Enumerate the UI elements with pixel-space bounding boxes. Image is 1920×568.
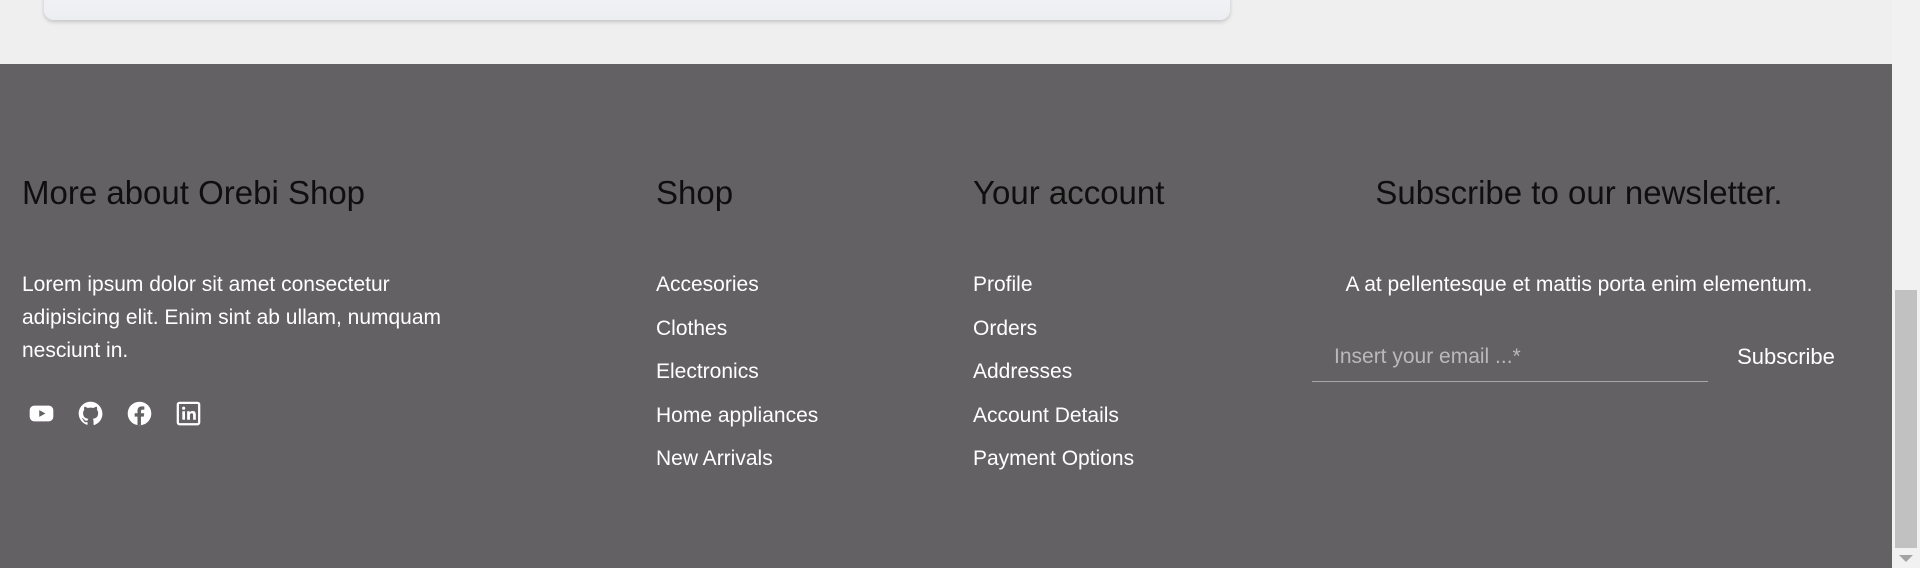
- youtube-icon[interactable]: [28, 400, 55, 427]
- account-heading: Your account: [973, 174, 1165, 211]
- account-link-orders[interactable]: Orders: [973, 312, 1134, 356]
- account-link-account-details[interactable]: Account Details: [973, 399, 1134, 443]
- github-icon[interactable]: [77, 400, 104, 427]
- shop-link-home-appliances[interactable]: Home appliances: [656, 399, 818, 443]
- footer: More about Orebi Shop Lorem ipsum dolor …: [0, 64, 1892, 568]
- shop-link-new-arrivals[interactable]: New Arrivals: [656, 442, 818, 486]
- scrollbar-thumb[interactable]: [1895, 290, 1917, 548]
- linkedin-icon[interactable]: [175, 400, 202, 427]
- about-heading: More about Orebi Shop: [22, 174, 366, 211]
- content-card: [44, 0, 1230, 20]
- shop-link-accesories[interactable]: Accesories: [656, 268, 818, 312]
- scroll-down-arrow-icon[interactable]: [1899, 555, 1913, 562]
- shop-link-electronics[interactable]: Electronics: [656, 355, 818, 399]
- shop-links: Accesories Clothes Electronics Home appl…: [656, 268, 818, 486]
- shop-link-clothes[interactable]: Clothes: [656, 312, 818, 356]
- account-link-addresses[interactable]: Addresses: [973, 355, 1134, 399]
- about-description: Lorem ipsum dolor sit amet consectetur a…: [22, 273, 442, 362]
- account-links: Profile Orders Addresses Account Details…: [973, 268, 1134, 486]
- account-link-profile[interactable]: Profile: [973, 268, 1134, 312]
- page-content-area: [0, 0, 1892, 64]
- shop-heading: Shop: [656, 174, 734, 211]
- facebook-icon[interactable]: [126, 400, 153, 427]
- newsletter-description: A at pellentesque et mattis porta enim e…: [1345, 273, 1813, 296]
- subscribe-button[interactable]: Subscribe: [1726, 332, 1846, 382]
- email-field[interactable]: [1312, 332, 1708, 382]
- scrollbar[interactable]: [1892, 0, 1920, 568]
- newsletter-heading: Subscribe to our newsletter.: [1375, 174, 1783, 211]
- social-links: [28, 400, 202, 427]
- account-link-payment-options[interactable]: Payment Options: [973, 442, 1134, 486]
